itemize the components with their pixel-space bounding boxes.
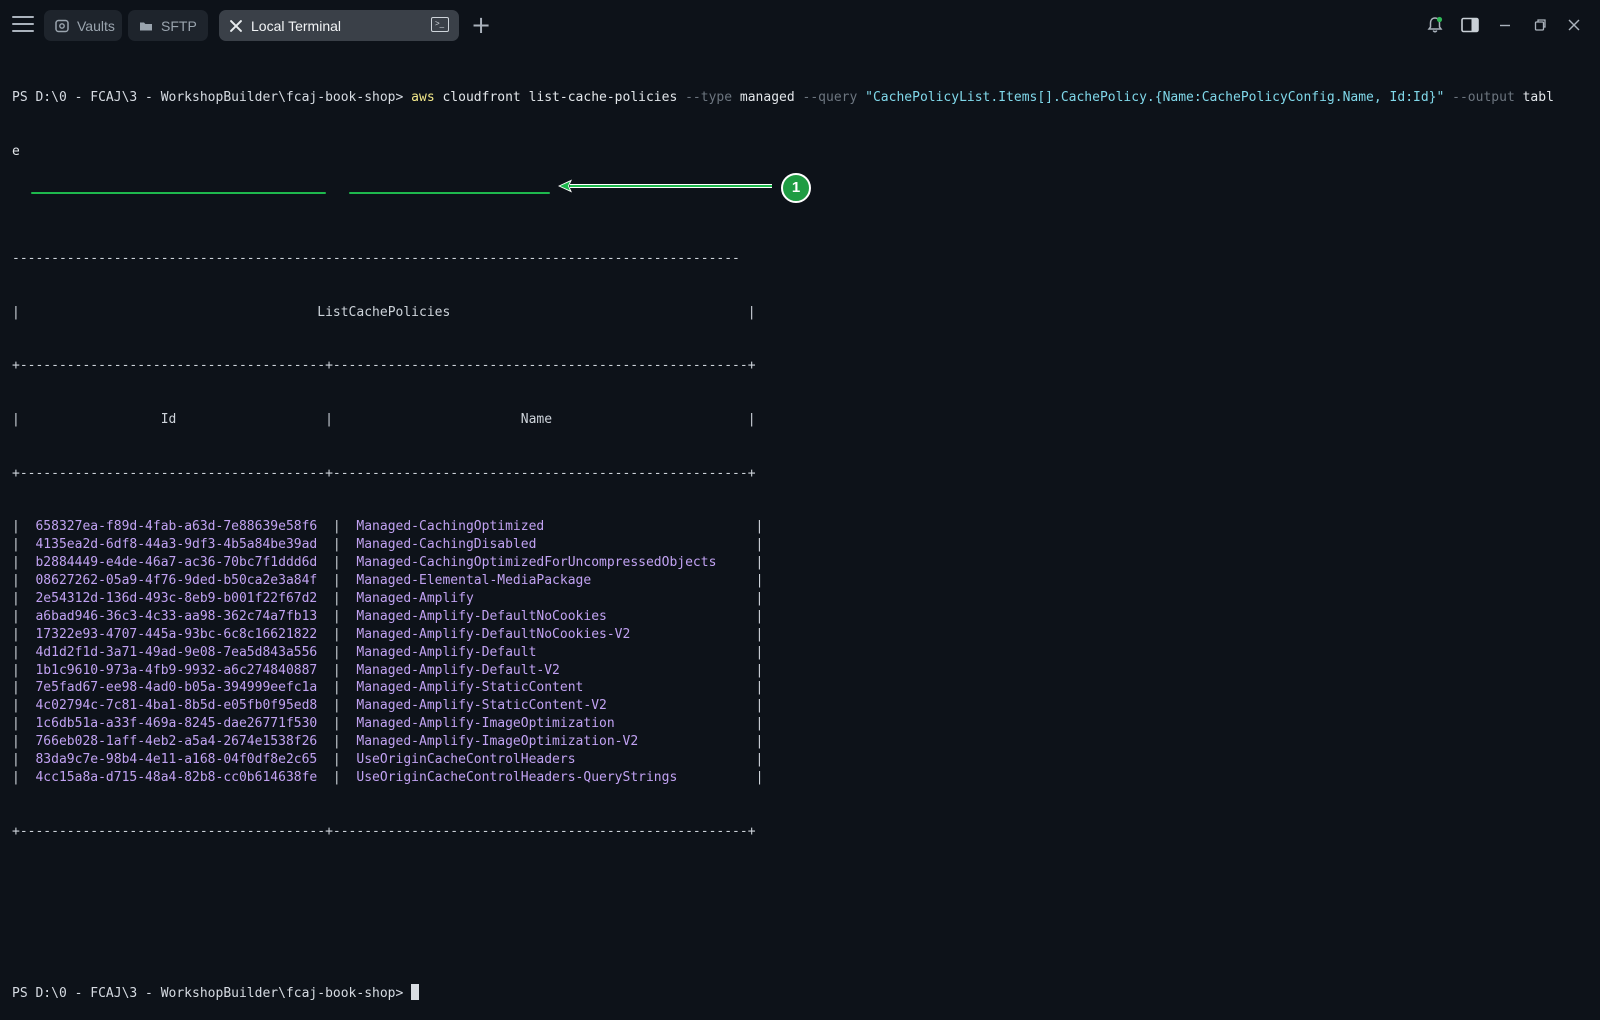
table-row: | 766eb028-1aff-4eb2-a5a4-2674e1538f26 |… — [12, 734, 764, 750]
tab-label: Vaults — [77, 17, 115, 34]
policy-id-cell: 766eb028-1aff-4eb2-a5a4-2674e1538f26 — [35, 734, 318, 750]
tab-local-terminal[interactable]: Local Terminal >_ — [219, 10, 459, 41]
policy-name-cell: Managed-Elemental-MediaPackage — [356, 573, 592, 589]
prompt: PS D:\0 - FCAJ\3 - WorkshopBuilder\fcaj-… — [12, 89, 412, 105]
restore-icon[interactable] — [1530, 15, 1550, 35]
policy-id-cell: 4c02794c-7c81-4ba1-8b5d-e05fb0f95ed8 — [35, 698, 318, 714]
policy-name-cell: Managed-CachingOptimized — [356, 519, 545, 535]
policy-name-cell: UseOriginCacheControlHeaders-QueryString… — [356, 769, 678, 785]
policy-name-cell: Managed-Amplify — [356, 591, 474, 607]
policy-id-cell: 1c6db51a-a33f-469a-8245-dae26771f530 — [35, 716, 318, 732]
flag-output-value: tabl — [1514, 89, 1554, 105]
policy-name-cell: Managed-Amplify-StaticContent-V2 — [356, 698, 607, 714]
tab-vaults[interactable]: Vaults — [44, 10, 122, 41]
flag-query-value: "CachePolicyList.Items[].CachePolicy.{Na… — [857, 89, 1453, 105]
policy-name-cell: Managed-Amplify-DefaultNoCookies-V2 — [356, 626, 631, 642]
id-highlight-underline — [31, 192, 326, 194]
policy-id-cell: 4cc15a8a-d715-48a4-82b8-cc0b614638fe — [35, 769, 318, 785]
flag-query: --query — [802, 89, 858, 105]
policy-id-cell: 2e54312d-136d-493c-8eb9-b001f22f67d2 — [35, 591, 318, 607]
name-highlight-underline — [349, 192, 550, 194]
table-row: | 83da9c7e-98b4-4e11-a168-04f0df8e2c65 |… — [12, 752, 764, 768]
table-border: +---------------------------------------… — [12, 358, 756, 374]
plus-icon[interactable]: + — [470, 12, 492, 38]
policy-name-cell: Managed-Amplify-Default — [356, 644, 537, 660]
command-line: PS D:\0 - FCAJ\3 - WorkshopBuilder\fcaj-… — [12, 89, 1597, 107]
tab-sftp[interactable]: SFTP — [128, 10, 208, 41]
side-panel-icon[interactable] — [1460, 15, 1480, 35]
table-row: | b2884449-e4de-46a7-ac36-70bc7f1ddd6d |… — [12, 555, 764, 571]
callout-badge: 1 — [781, 173, 811, 203]
table-border: +---------------------------------------… — [12, 465, 756, 481]
minimize-icon[interactable] — [1495, 15, 1515, 35]
policy-name-cell: Managed-Amplify-StaticContent — [356, 680, 584, 696]
policy-id-cell: 17322e93-4707-445a-93bc-6c8c16621822 — [35, 626, 318, 642]
flag-output-value-wrap: e — [12, 143, 20, 159]
table-row: | 17322e93-4707-445a-93bc-6c8c16621822 |… — [12, 626, 764, 642]
flag-output: --output — [1452, 89, 1515, 105]
vault-icon — [55, 19, 69, 33]
close-window-icon[interactable] — [1564, 15, 1584, 35]
policy-id-cell: a6bad946-36c3-4c33-aa98-362c74a7fb13 — [35, 608, 318, 624]
flag-type: --type — [685, 89, 733, 105]
policy-id-cell: 4d1d2f1d-3a71-49ad-9e08-7ea5d843a556 — [35, 644, 318, 660]
prompt-line[interactable]: PS D:\0 - FCAJ\3 - WorkshopBuilder\fcaj-… — [12, 983, 1597, 1002]
table-header-row: | Id | Name | — [12, 412, 756, 428]
title-bar: Vaults SFTP Local Terminal >_ + — [0, 0, 1600, 51]
policy-table: ----------------------------------------… — [12, 214, 1597, 876]
policy-id-cell: 1b1c9610-973a-4fb9-9932-a6c274840887 — [35, 662, 318, 678]
policy-name-cell: Managed-Amplify-ImageOptimization — [356, 716, 615, 732]
command-args: cloudfront list-cache-policies — [434, 89, 686, 105]
table-row: | 1c6db51a-a33f-469a-8245-dae26771f530 |… — [12, 716, 764, 732]
policy-name-cell: Managed-Amplify-ImageOptimization-V2 — [356, 734, 639, 750]
policy-id-cell: 08627262-05a9-4f76-9ded-b50ca2e3a84f — [35, 573, 318, 589]
table-title-row: | ListCachePolicies | — [12, 304, 756, 320]
tab-label: Local Terminal — [251, 17, 342, 34]
table-row: | 4c02794c-7c81-4ba1-8b5d-e05fb0f95ed8 |… — [12, 698, 764, 714]
table-title: ListCachePolicies — [317, 304, 451, 320]
table-row: | 08627262-05a9-4f76-9ded-b50ca2e3a84f |… — [12, 573, 764, 589]
command-line-wrap: e — [12, 143, 1597, 161]
table-row: | 4d1d2f1d-3a71-49ad-9e08-7ea5d843a556 |… — [12, 644, 764, 660]
table-body: | 658327ea-f89d-4fab-a63d-7e88639e58f6 |… — [12, 518, 1597, 786]
policy-id-cell: 83da9c7e-98b4-4e11-a168-04f0df8e2c65 — [35, 752, 318, 768]
policy-id-cell: 4135ea2d-6df8-44a3-9df3-4b5a84be39ad — [35, 537, 318, 553]
flag-type-value: managed — [732, 89, 803, 105]
tab-label: SFTP — [161, 17, 197, 34]
policy-id-cell: b2884449-e4de-46a7-ac36-70bc7f1ddd6d — [35, 555, 318, 571]
terminal-icon: >_ — [431, 17, 449, 32]
prompt: PS D:\0 - FCAJ\3 - WorkshopBuilder\fcaj-… — [12, 985, 412, 1001]
policy-name-cell: Managed-CachingOptimizedForUncompressedO… — [356, 555, 717, 571]
cursor — [411, 983, 420, 1000]
command-name: aws — [411, 89, 435, 105]
table-row: | 7e5fad67-ee98-4ad0-b05a-394999eefc1a |… — [12, 680, 764, 696]
policy-name-cell: UseOriginCacheControlHeaders — [356, 752, 576, 768]
policy-id-cell: 7e5fad67-ee98-4ad0-b05a-394999eefc1a — [35, 680, 318, 696]
hamburger-menu-icon[interactable] — [12, 16, 34, 34]
bell-icon[interactable] — [1425, 15, 1445, 35]
table-row: | 2e54312d-136d-493c-8eb9-b001f22f67d2 |… — [12, 591, 764, 607]
table-row: | 4cc15a8a-d715-48a4-82b8-cc0b614638fe |… — [12, 769, 764, 785]
column-header-name: Name — [520, 412, 553, 428]
policy-name-cell: Managed-Amplify-Default-V2 — [356, 662, 560, 678]
folder-icon — [139, 19, 153, 33]
table-border: ----------------------------------------… — [12, 250, 740, 266]
table-row: | 1b1c9610-973a-4fb9-9932-a6c274840887 |… — [12, 662, 764, 678]
callout-arrow — [558, 179, 772, 193]
policy-id-cell: 658327ea-f89d-4fab-a63d-7e88639e58f6 — [35, 519, 318, 535]
table-row: | 4135ea2d-6df8-44a3-9df3-4b5a84be39ad |… — [12, 537, 764, 553]
column-header-id: Id — [160, 412, 177, 428]
table-border: +---------------------------------------… — [12, 823, 756, 839]
policy-name-cell: Managed-CachingDisabled — [356, 537, 537, 553]
table-row: | 658327ea-f89d-4fab-a63d-7e88639e58f6 |… — [12, 519, 764, 535]
close-icon[interactable] — [229, 19, 243, 33]
table-row: | a6bad946-36c3-4c33-aa98-362c74a7fb13 |… — [12, 608, 764, 624]
policy-name-cell: Managed-Amplify-DefaultNoCookies — [356, 608, 607, 624]
